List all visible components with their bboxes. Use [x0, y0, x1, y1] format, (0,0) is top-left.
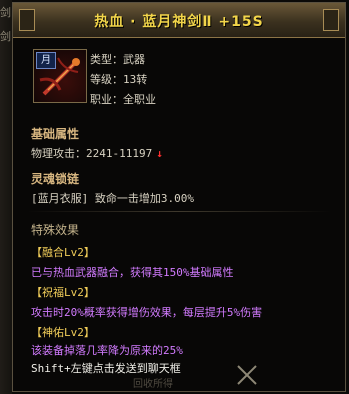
effect-desc-blessing: 攻击时20%概率获得增伤效果，每层提升5%伤害	[31, 306, 263, 319]
left-strip-label-1: 剑	[0, 6, 11, 19]
effect-desc-divine: 该装备掉落几率降为原来的25%	[31, 344, 183, 357]
base-attributes-title: 基础属性	[31, 127, 80, 141]
left-strip-label-2: 剑	[0, 30, 11, 43]
section-divider	[27, 211, 331, 212]
item-class: 职业：全职业	[90, 93, 156, 106]
physical-attack-value: 物理攻击：2241-11197	[31, 147, 153, 160]
down-arrow-icon: ↓	[156, 147, 163, 160]
tooltip-title-bar: 热血 · 蓝月神剑Ⅱ +15S	[13, 3, 345, 38]
item-title: 热血 · 蓝月神剑Ⅱ +15S	[94, 14, 264, 30]
soul-lock-line: [蓝月衣服] 致命一击增加3.00%	[31, 192, 194, 205]
recycle-hint: 回收所得	[133, 379, 173, 390]
moon-badge-icon: 月	[36, 52, 56, 69]
effect-name-blessing: 【祝福Lv2】	[31, 286, 95, 299]
physical-attack-line: 物理攻击：2241-11197 ↓	[31, 145, 163, 161]
soul-lock-title: 灵魂锁链	[31, 172, 80, 186]
special-effects-title: 特殊效果	[31, 223, 80, 237]
effect-desc-fusion: 已与热血武器融合，获得其150%基础属性	[31, 266, 234, 279]
item-tooltip: 热血 · 蓝月神剑Ⅱ +15S 月 类型：武器 等级：13转 职业：全职业 基础…	[12, 2, 346, 392]
blue-moon-sword-icon: 月	[33, 49, 87, 103]
crossed-blades-icon	[237, 365, 257, 385]
effect-name-divine: 【神佑Lv2】	[31, 326, 95, 339]
item-type: 类型：武器	[90, 53, 145, 66]
left-panel-strip: 剑 剑	[0, 0, 12, 394]
item-level: 等级：13转	[90, 73, 148, 86]
effect-name-fusion: 【融合Lv2】	[31, 246, 95, 259]
chat-share-hint: Shift+左键点击发送到聊天框	[31, 362, 181, 375]
